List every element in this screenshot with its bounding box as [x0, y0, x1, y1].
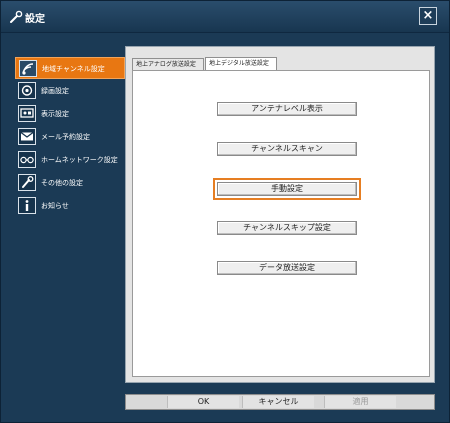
apply-button[interactable]: 適用: [324, 396, 396, 408]
antenna-level-button[interactable]: アンテナレベル表示: [217, 102, 357, 116]
sidebar-item-display[interactable]: 表示設定: [15, 103, 125, 125]
sidebar-item-home-network[interactable]: ホームネットワーク設定: [15, 149, 125, 171]
info-icon: [18, 197, 36, 214]
cancel-button[interactable]: キャンセル: [242, 396, 314, 408]
channel-scan-button[interactable]: チャンネルスキャン: [217, 142, 357, 156]
channel-skip-button[interactable]: チャンネルスキップ設定: [217, 221, 357, 235]
sidebar-item-label: 表示設定: [41, 110, 69, 118]
display-icon: [18, 105, 36, 122]
sidebar-item-label: お知らせ: [41, 202, 69, 210]
sidebar: 地域チャンネル設定 録画設定 表示設定 メール予約設定 ホームネットワーク設定 …: [15, 57, 125, 218]
sidebar-item-label: 録画設定: [41, 87, 69, 95]
sidebar-item-label: メール予約設定: [41, 133, 90, 141]
close-icon: ×: [422, 8, 434, 23]
network-icon: [18, 151, 36, 168]
window-title: 設定: [25, 14, 45, 25]
data-broadcast-button[interactable]: データ放送設定: [217, 261, 357, 275]
sidebar-item-label: ホームネットワーク設定: [41, 156, 118, 164]
sidebar-item-mail-reservation[interactable]: メール予約設定: [15, 126, 125, 148]
title-bar: 設定 ×: [1, 1, 449, 33]
sidebar-item-label: その他の設定: [41, 179, 83, 187]
broadcast-icon: [19, 60, 37, 77]
wrench-icon: [10, 10, 23, 23]
sidebar-item-label: 地域チャンネル設定: [42, 65, 105, 73]
wrench-icon: [18, 174, 36, 191]
record-icon: [18, 82, 36, 99]
tab-panel: アンテナレベル表示 チャンネルスキャン 手動設定 チャンネルスキップ設定 データ…: [132, 70, 430, 377]
tab-terrestrial-analog[interactable]: 地上アナログ放送設定: [132, 58, 204, 70]
close-button[interactable]: ×: [419, 7, 437, 25]
sidebar-item-notices[interactable]: お知らせ: [15, 195, 125, 217]
tab-terrestrial-digital[interactable]: 地上デジタル放送設定: [205, 57, 277, 70]
ok-button[interactable]: OK: [167, 396, 239, 408]
sidebar-item-other-settings[interactable]: その他の設定: [15, 172, 125, 194]
manual-setting-button[interactable]: 手動設定: [213, 178, 361, 200]
settings-window: 設定 × 地域チャンネル設定 録画設定 表示設定 メール予約設定 ホームネットワ…: [0, 0, 450, 423]
footer-bar: OK キャンセル 適用: [125, 394, 435, 410]
sidebar-item-recording[interactable]: 録画設定: [15, 80, 125, 102]
content-area: 地上アナログ放送設定 地上デジタル放送設定 アンテナレベル表示 チャンネルスキャ…: [125, 46, 435, 383]
sidebar-item-regional-channel[interactable]: 地域チャンネル設定: [15, 57, 125, 79]
mail-icon: [18, 128, 36, 145]
